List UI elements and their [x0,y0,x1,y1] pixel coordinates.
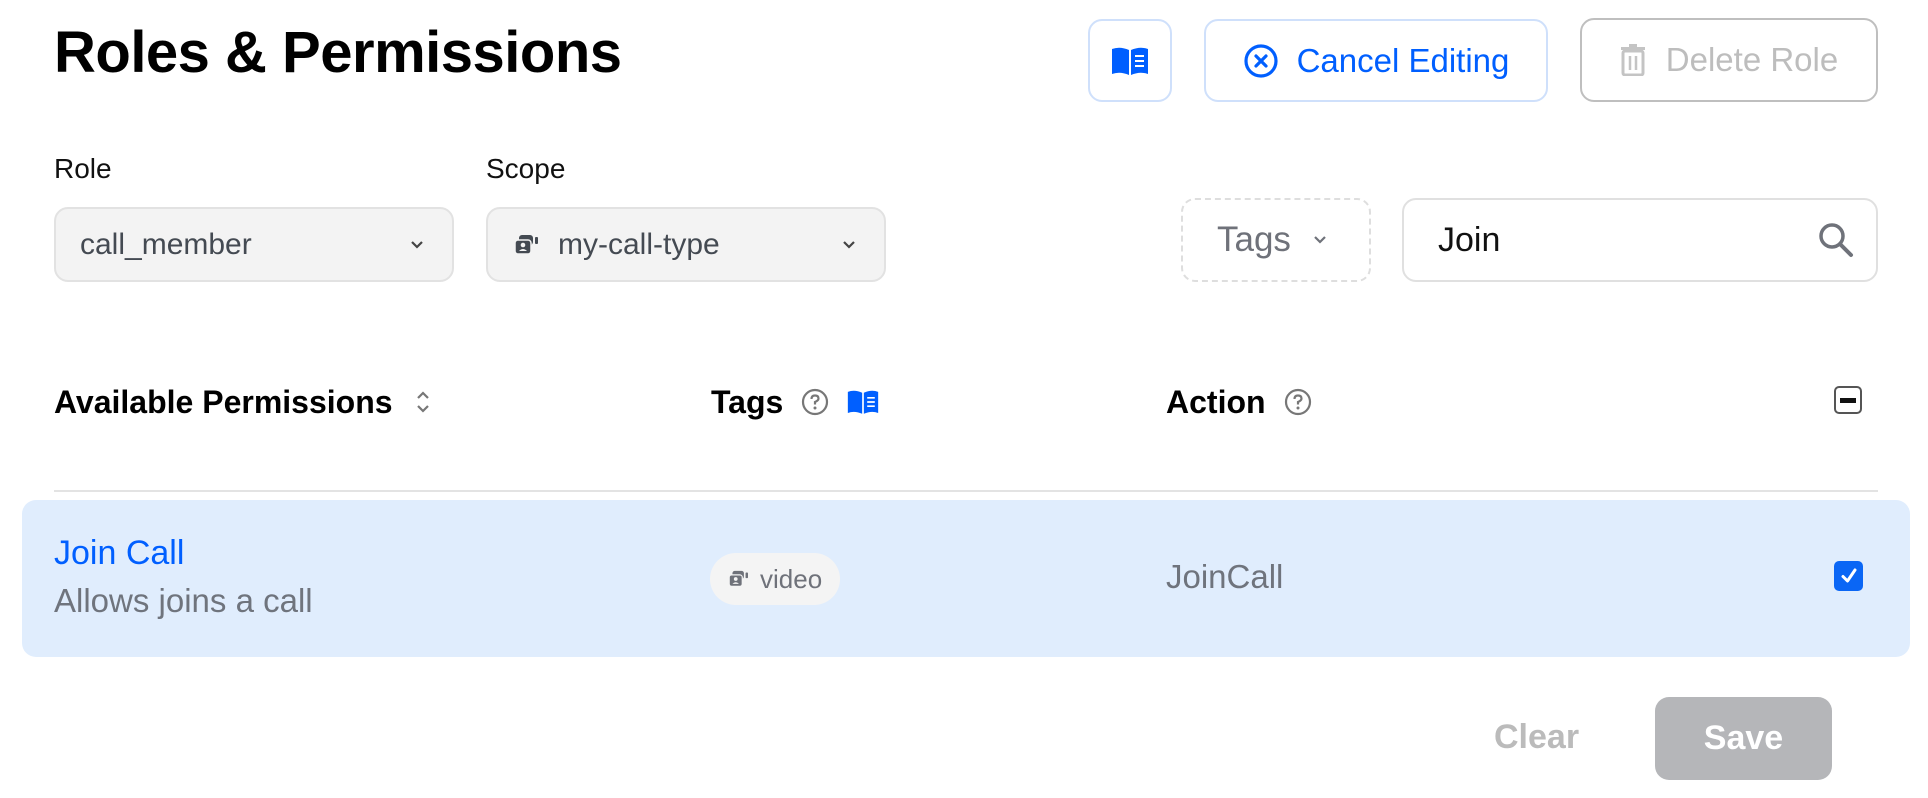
book-open-icon [1112,47,1148,75]
help-icon[interactable] [1284,388,1312,416]
tag-label: video [760,563,823,594]
check-icon [1841,568,1856,583]
table-row[interactable]: Join Call Allows joins a call video Join… [22,500,1910,657]
permission-checkbox[interactable] [1834,561,1863,591]
scope-select[interactable]: my-call-type [486,207,886,282]
book-open-icon[interactable] [847,389,879,415]
permission-name[interactable]: Join Call [54,534,184,573]
column-header-action-label: Action [1166,384,1266,420]
chevron-down-icon [1314,236,1326,244]
column-header-action: Action [1166,378,1312,426]
chevron-down-icon [411,240,423,249]
scope-label: Scope [486,153,566,184]
page-title: Roles & Permissions [54,20,622,85]
tags-filter-dropdown[interactable]: Tags [1181,198,1371,282]
scope-select-value: my-call-type [558,227,720,261]
indeterminate-icon [1840,397,1856,403]
sort-icon[interactable] [415,387,431,417]
column-header-tags-label: Tags [711,384,784,420]
action-value: JoinCall [1166,558,1284,595]
permission-description: Allows joins a call [54,582,313,619]
clear-button[interactable]: Clear [1494,718,1579,757]
column-header-permissions[interactable]: Available Permissions [54,378,431,426]
video-call-icon [728,570,748,587]
role-label: Role [54,153,112,184]
chevron-down-icon [843,240,855,249]
delete-role-button[interactable]: Delete Role [1580,18,1878,102]
video-call-icon [514,234,538,255]
table-divider [54,490,1878,492]
column-header-tags: Tags [711,378,879,426]
search-field[interactable] [1402,198,1878,282]
column-header-permissions-label: Available Permissions [54,384,393,420]
tags-filter-label: Tags [1217,220,1291,259]
close-circle-icon [1243,43,1278,78]
cancel-editing-button[interactable]: Cancel Editing [1204,19,1548,102]
save-button[interactable]: Save [1655,697,1832,780]
role-select-value: call_member [80,227,252,261]
search-input[interactable] [1438,220,1798,260]
docs-button[interactable] [1088,19,1172,102]
role-select[interactable]: call_member [54,207,454,282]
tag-badge: video [710,553,841,605]
search-icon[interactable] [1816,220,1856,260]
help-icon[interactable] [801,388,829,416]
cancel-editing-label: Cancel Editing [1296,41,1510,79]
delete-role-label: Delete Role [1665,41,1839,78]
select-all-checkbox[interactable] [1834,386,1862,414]
trash-icon [1620,44,1645,76]
